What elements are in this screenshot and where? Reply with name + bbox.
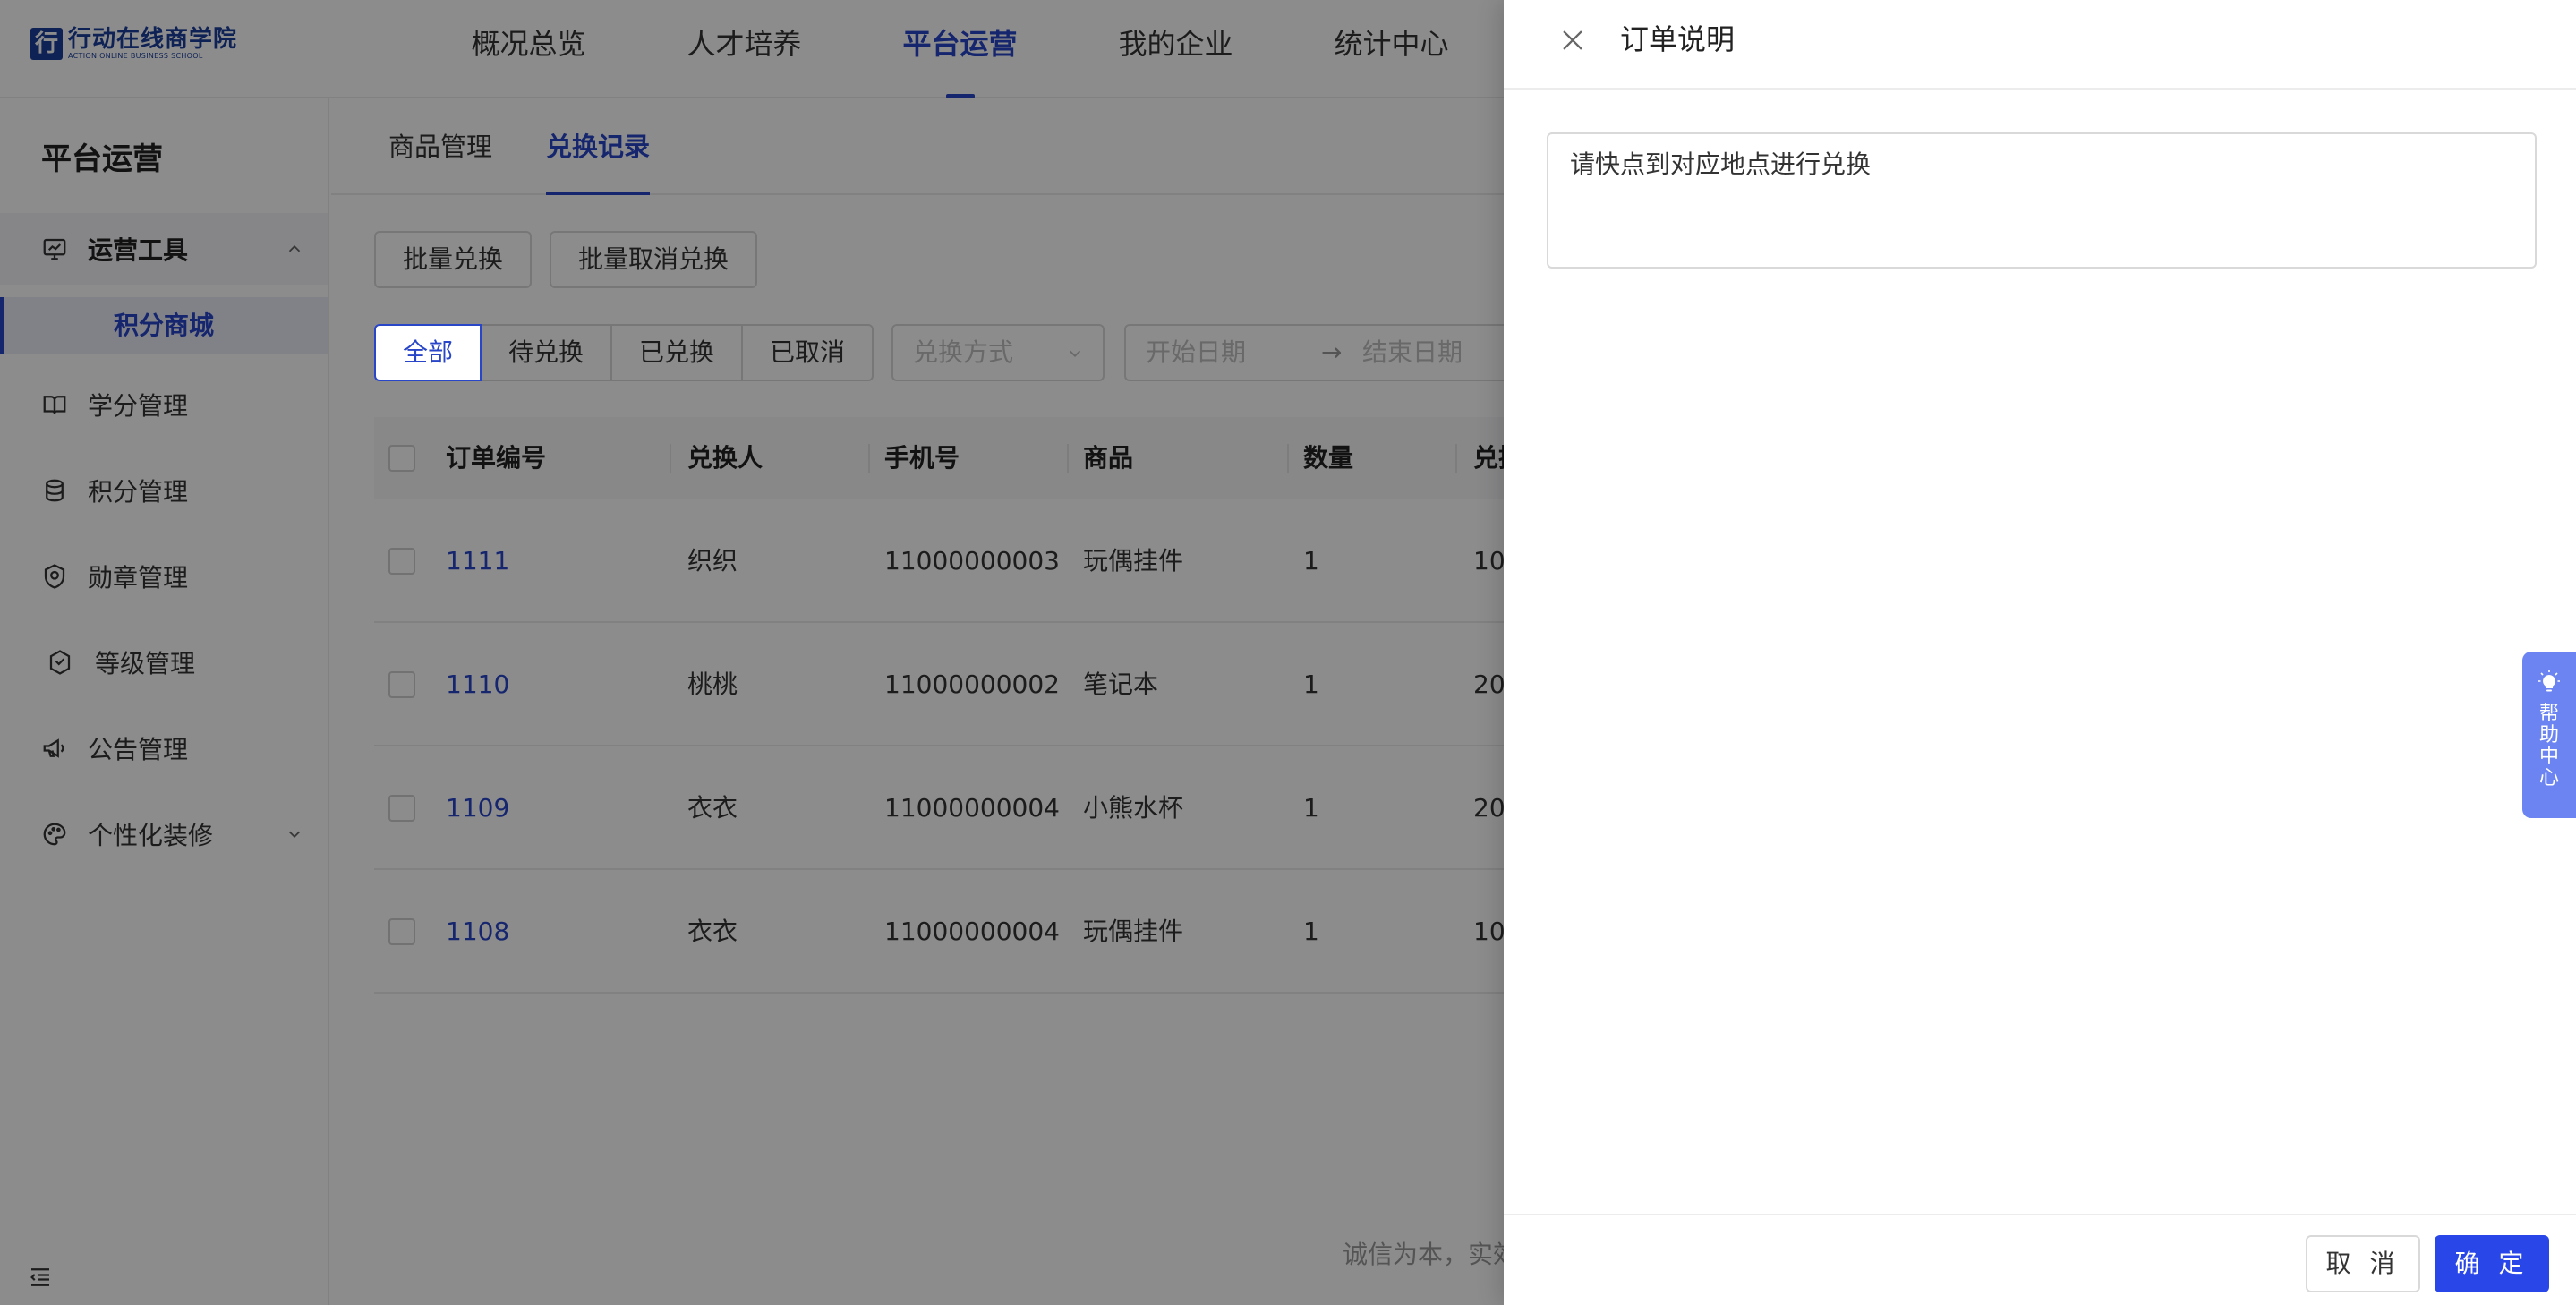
confirm-button[interactable]: 确 定 [2435,1235,2549,1292]
cancel-button[interactable]: 取 消 [2306,1235,2420,1292]
drawer-footer: 取 消 确 定 [1504,1214,2576,1305]
drawer-header: 订单说明 [1504,0,2576,90]
help-center-label: 帮助中心 [2522,704,2576,789]
lightbulb-icon [2538,670,2560,692]
order-note-drawer: 订单说明 请快点到对应地点进行兑换 取 消 确 定 [1504,0,2576,1305]
filter-all[interactable]: 全部 [374,324,482,381]
close-icon[interactable] [1557,25,1588,55]
drawer-mask[interactable] [0,0,1504,1305]
order-note-textarea[interactable]: 请快点到对应地点进行兑换 [1547,132,2537,269]
help-center-button[interactable]: 帮助中心 [2522,652,2576,818]
help-center-text: 帮助中心 [2538,703,2559,789]
drawer-title: 订单说明 [1620,22,1736,56]
